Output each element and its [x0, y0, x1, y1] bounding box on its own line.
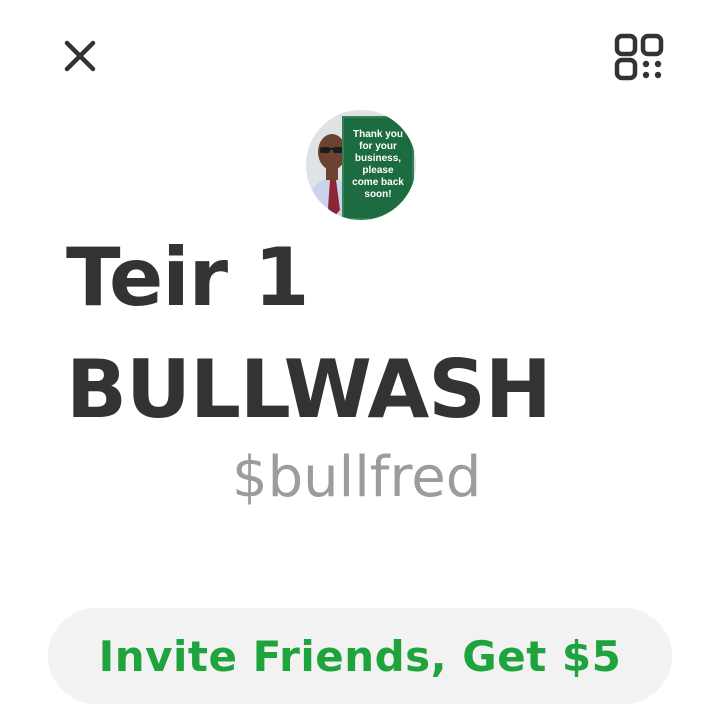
avatar[interactable]: Thank you for your business, please come…: [306, 110, 416, 220]
close-button[interactable]: [60, 36, 100, 76]
cashtag: $bullfred: [232, 445, 482, 510]
svg-text:business,: business,: [355, 153, 401, 164]
svg-text:Thank you: Thank you: [353, 129, 403, 140]
close-icon: [64, 40, 96, 72]
profile-name: Teir 1 BULLWASH: [66, 222, 666, 446]
svg-text:for your: for your: [359, 141, 397, 152]
qr-code-icon: [614, 33, 664, 81]
svg-text:please: please: [362, 165, 394, 176]
profile-name-line-1: Teir 1: [66, 231, 310, 324]
svg-text:soon!: soon!: [364, 189, 391, 200]
qr-code-button[interactable]: [613, 32, 665, 82]
avatar-image: Thank you for your business, please come…: [306, 110, 416, 220]
svg-text:come back: come back: [352, 177, 404, 188]
invite-friends-button[interactable]: Invite Friends, Get $5: [48, 608, 672, 704]
profile-name-line-2: BULLWASH: [66, 343, 552, 436]
